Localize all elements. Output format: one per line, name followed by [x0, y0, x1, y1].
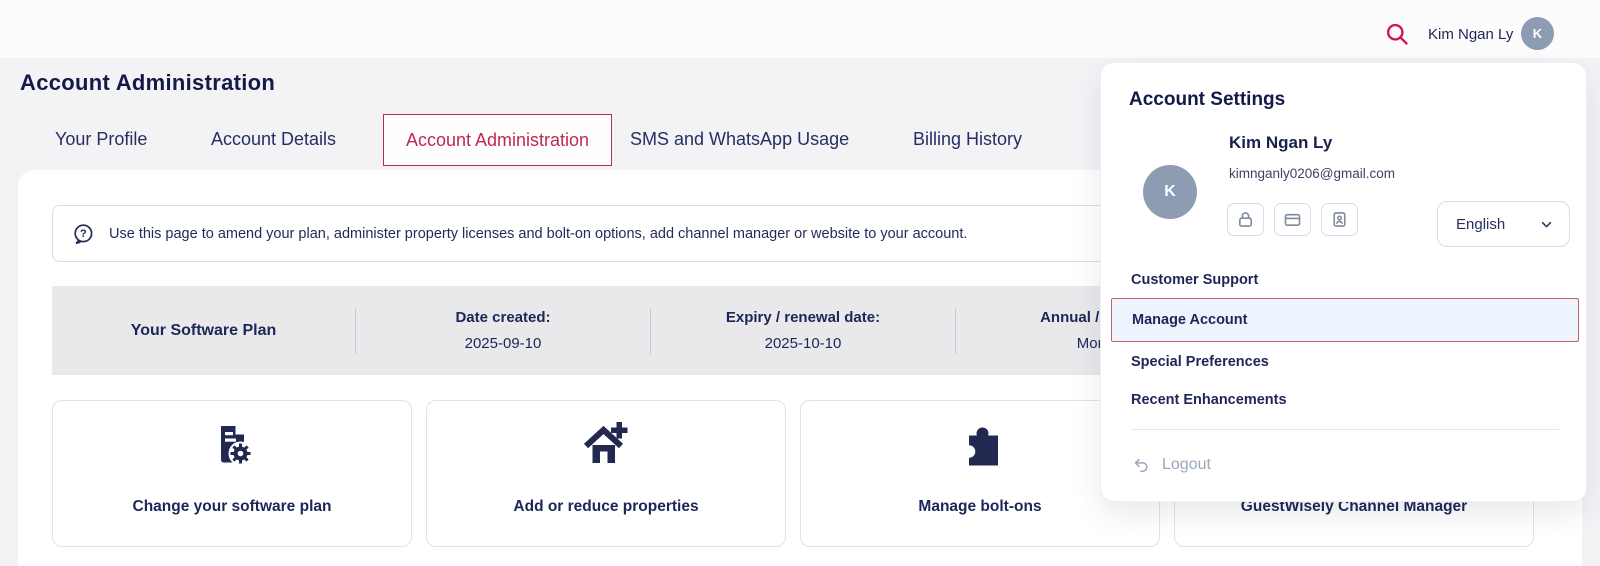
tab-account-administration-label: Account Administration	[406, 130, 589, 151]
plan-col-date-created: Date created: 2025-09-10	[356, 286, 650, 375]
house-plus-icon	[427, 419, 785, 471]
panel-user-name: Kim Ngan Ly	[1229, 133, 1332, 153]
menu-item-recent-enhancements[interactable]: Recent Enhancements	[1131, 392, 1287, 408]
plan-col-expiry: Expiry / renewal date: 2025-10-10	[651, 286, 955, 375]
tab-your-profile[interactable]: Your Profile	[55, 129, 147, 150]
card-add-reduce-properties[interactable]: Add or reduce properties	[426, 400, 786, 547]
quick-actions-row	[1227, 203, 1358, 236]
lock-icon[interactable]	[1227, 203, 1264, 236]
card-label: Change your software plan	[53, 498, 411, 516]
menu-item-manage-account[interactable]: Manage Account	[1111, 298, 1579, 342]
id-badge-icon[interactable]	[1321, 203, 1358, 236]
date-created-value: 2025-09-10	[465, 331, 542, 357]
tab-sms-whatsapp-usage[interactable]: SMS and WhatsApp Usage	[630, 129, 849, 150]
credit-card-icon[interactable]	[1274, 203, 1311, 236]
language-select[interactable]: English	[1437, 201, 1570, 247]
expiry-date-value: 2025-10-10	[765, 331, 842, 357]
svg-text:?: ?	[80, 228, 87, 240]
help-bubble-icon: ?	[71, 222, 95, 246]
logout-button[interactable]: Logout	[1131, 455, 1211, 475]
top-bar	[0, 0, 1600, 58]
panel-divider	[1131, 429, 1559, 430]
info-banner-text: Use this page to amend your plan, admini…	[109, 226, 967, 242]
tab-account-details[interactable]: Account Details	[211, 129, 336, 150]
panel-avatar: K	[1143, 165, 1197, 219]
plan-title-label: Your Software Plan	[131, 318, 277, 344]
menu-item-customer-support[interactable]: Customer Support	[1131, 272, 1258, 288]
expiry-date-label: Expiry / renewal date:	[726, 305, 880, 331]
undo-arrow-icon	[1131, 455, 1151, 475]
page-title: Account Administration	[20, 70, 275, 96]
card-label: Manage bolt-ons	[801, 498, 1159, 516]
tab-billing-history[interactable]: Billing History	[913, 129, 1022, 150]
menu-item-manage-account-label: Manage Account	[1132, 312, 1247, 328]
card-label: Add or reduce properties	[427, 498, 785, 516]
plan-col-title: Your Software Plan	[52, 286, 355, 375]
account-settings-panel: Account Settings K Kim Ngan Ly kimnganly…	[1100, 62, 1587, 502]
panel-title: Account Settings	[1129, 89, 1285, 111]
language-selected-value: English	[1456, 216, 1505, 233]
panel-user-email: kimnganly0206@gmail.com	[1229, 166, 1395, 181]
menu-item-special-preferences[interactable]: Special Preferences	[1131, 354, 1269, 370]
date-created-label: Date created:	[455, 305, 550, 331]
topbar-user-name[interactable]: Kim Ngan Ly	[1428, 26, 1513, 43]
tab-account-administration[interactable]: Account Administration	[383, 114, 612, 166]
search-icon[interactable]	[1384, 21, 1410, 47]
logout-label: Logout	[1162, 456, 1211, 474]
card-change-software-plan[interactable]: Change your software plan	[52, 400, 412, 547]
document-gear-icon	[53, 419, 411, 471]
topbar-avatar[interactable]: K	[1521, 17, 1554, 50]
chevron-down-icon	[1538, 216, 1555, 233]
